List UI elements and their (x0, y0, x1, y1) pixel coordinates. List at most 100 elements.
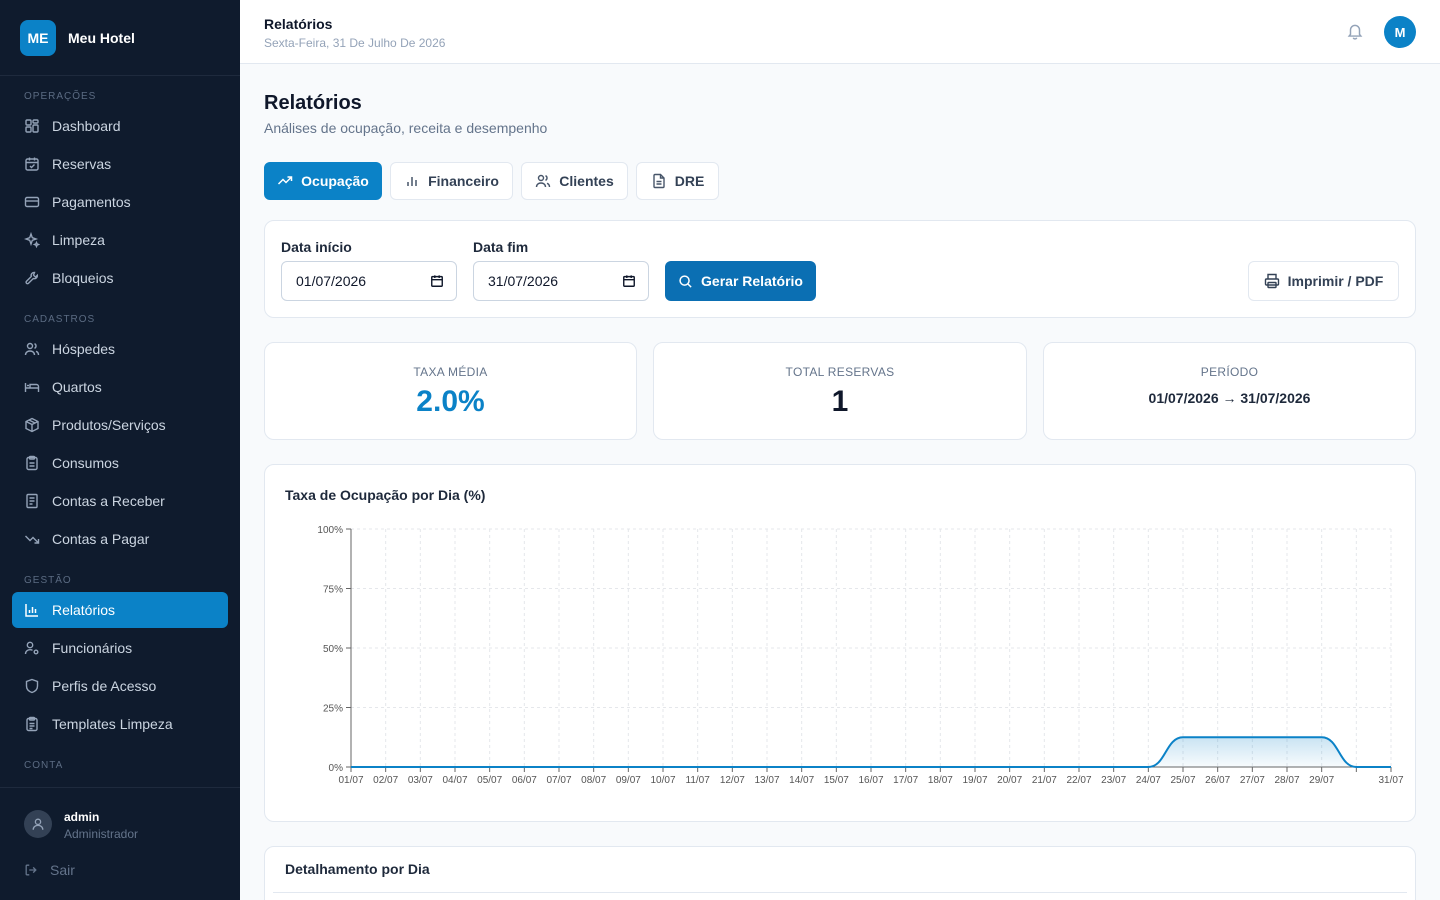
brand[interactable]: ME Meu Hotel (0, 0, 240, 76)
print-pdf-button[interactable]: Imprimir / PDF (1248, 261, 1399, 301)
sidebar-item-bloqueios[interactable]: Bloqueios (12, 260, 228, 296)
nav-section-operacoes: OPERAÇÕES (24, 91, 97, 102)
calendar-check-icon (25, 157, 39, 171)
sidebar-item-consumos[interactable]: Consumos (12, 445, 228, 481)
x-tick-label: 20/07 (997, 775, 1022, 786)
printer-icon (1264, 273, 1279, 289)
topbar-avatar[interactable]: M (1384, 16, 1416, 48)
x-tick-label: 28/07 (1274, 775, 1299, 786)
trending-down-icon (25, 535, 40, 544)
sidebar-item-label: Funcionários (52, 640, 133, 656)
x-tick-label: 12/07 (720, 775, 745, 786)
logout-icon (25, 864, 37, 876)
brand-name: Meu Hotel (68, 29, 135, 46)
sidebar-item-label: Produtos/Serviços (52, 417, 166, 433)
brand-logo: ME (20, 19, 56, 56)
sidebar-item-label: Consumos (52, 455, 119, 471)
x-tick-label: 13/07 (754, 775, 779, 786)
start-date-value: 01/07/2026 (296, 273, 367, 289)
x-tick-label: 22/07 (1066, 775, 1091, 786)
chart-card: Taxa de Ocupação por Dia (%) 0% 25% 50% 75%… (264, 464, 1416, 822)
x-tick-label: 03/07 (408, 775, 433, 786)
calendar-icon[interactable] (430, 274, 444, 288)
tab-label: Ocupação (301, 173, 369, 189)
stat-label: PERÍODO (1200, 365, 1259, 379)
sidebar-item-label: Hóspedes (52, 341, 116, 357)
user-role: Administrador (64, 827, 139, 841)
receipt-icon (26, 493, 38, 509)
calendar-icon[interactable] (622, 274, 636, 288)
sidebar-item-relatorios[interactable]: Relatórios (12, 592, 228, 628)
credit-card-icon (24, 196, 40, 208)
sidebar-item-funcionarios[interactable]: Funcionários (12, 630, 228, 666)
x-tick-label: 24/07 (1136, 775, 1161, 786)
users-icon (536, 174, 551, 188)
sidebar-item-produtos-servicos[interactable]: Produtos/Serviços (12, 407, 228, 443)
nav-section-cadastros: CADASTROS (24, 314, 96, 325)
sidebar-item-contas-a-pagar[interactable]: Contas a Pagar (12, 521, 228, 557)
sidebar-item-quartos[interactable]: Quartos (12, 369, 228, 405)
x-tick-label: 09/07 (616, 775, 641, 786)
users-icon (24, 342, 40, 356)
sidebar-item-label: Dashboard (52, 118, 121, 134)
search-icon (679, 274, 692, 288)
shield-icon (25, 678, 39, 694)
detail-title: Detalhamento por Dia (285, 861, 430, 877)
sidebar-item-limpeza[interactable]: Limpeza (12, 222, 228, 258)
end-date-input[interactable]: 31/07/2026 (473, 261, 649, 301)
logout-button[interactable]: Sair (24, 862, 75, 878)
detail-card: Detalhamento por Dia (264, 846, 1416, 900)
generate-report-button[interactable]: Gerar Relatório (665, 261, 816, 301)
user-name: admin (64, 810, 100, 824)
generate-report-label: Gerar Relatório (701, 273, 803, 289)
sidebar-item-label: Pagamentos (52, 194, 131, 210)
trending-up-icon (278, 176, 293, 185)
topbar-date: Sexta-Feira, 31 De Julho De 2026 (264, 36, 446, 50)
sidebar-item-dashboard[interactable]: Dashboard (12, 108, 228, 144)
stat-value: 1 (831, 385, 849, 418)
y-tick-label: 50% (323, 644, 343, 655)
wrench-icon (25, 271, 38, 285)
page-subtitle: Análises de ocupação, receita e desempen… (264, 120, 548, 136)
sidebar-item-reservas[interactable]: Reservas (12, 146, 228, 182)
stat-value: 01/07/2026 → 31/07/2026 (1148, 390, 1311, 406)
x-tick-label: 25/07 (1170, 775, 1195, 786)
x-tick-label: 18/07 (928, 775, 953, 786)
sidebar-item-contas-a-receber[interactable]: Contas a Receber (12, 483, 228, 519)
sidebar-item-templates-limpeza[interactable]: Templates Limpeza (12, 706, 228, 742)
end-date-label: Data fim (473, 239, 529, 255)
stat-value: 2.0% (416, 385, 485, 418)
x-tick-label: 05/07 (477, 775, 502, 786)
sidebar-item-perfis-de-acesso[interactable]: Perfis de Acesso (12, 668, 228, 704)
start-date-input[interactable]: 01/07/2026 (281, 261, 457, 301)
sidebar-item-label: Limpeza (52, 232, 105, 248)
y-tick-label: 75% (323, 585, 343, 596)
tab-ocupacao[interactable]: Ocupação (264, 162, 382, 200)
x-tick-label: 11/07 (686, 775, 711, 786)
tab-financeiro[interactable]: Financeiro (390, 162, 513, 200)
tab-label: Clientes (559, 173, 614, 189)
sidebar-item-hospedes[interactable]: Hóspedes (12, 331, 228, 367)
bell-icon[interactable] (1346, 22, 1364, 40)
print-pdf-label: Imprimir / PDF (1287, 273, 1384, 289)
tab-dre[interactable]: DRE (636, 162, 719, 200)
sparkles-icon (24, 232, 40, 248)
avatar[interactable] (24, 810, 52, 838)
tab-clientes[interactable]: Clientes (521, 162, 628, 200)
sidebar-item-pagamentos[interactable]: Pagamentos (12, 184, 228, 220)
logout-label: Sair (50, 862, 75, 878)
stat-label: TAXA MÉDIA (413, 365, 488, 379)
bar-chart-icon (407, 177, 417, 186)
x-tick-label: 07/07 (546, 775, 571, 786)
x-tick-label: 31/07 (1378, 775, 1403, 786)
x-tick-label: 26/07 (1205, 775, 1230, 786)
sidebar-item-label: Templates Limpeza (52, 716, 173, 732)
x-tick-label: 16/07 (858, 775, 883, 786)
topbar-title: Relatórios (264, 16, 333, 32)
page-title: Relatórios (264, 92, 362, 114)
end-date-value: 31/07/2026 (488, 273, 559, 289)
divider (273, 892, 1407, 893)
file-text-icon (653, 173, 665, 189)
x-tick-label: 14/07 (789, 775, 814, 786)
nav-section-conta: CONTA (24, 760, 64, 771)
